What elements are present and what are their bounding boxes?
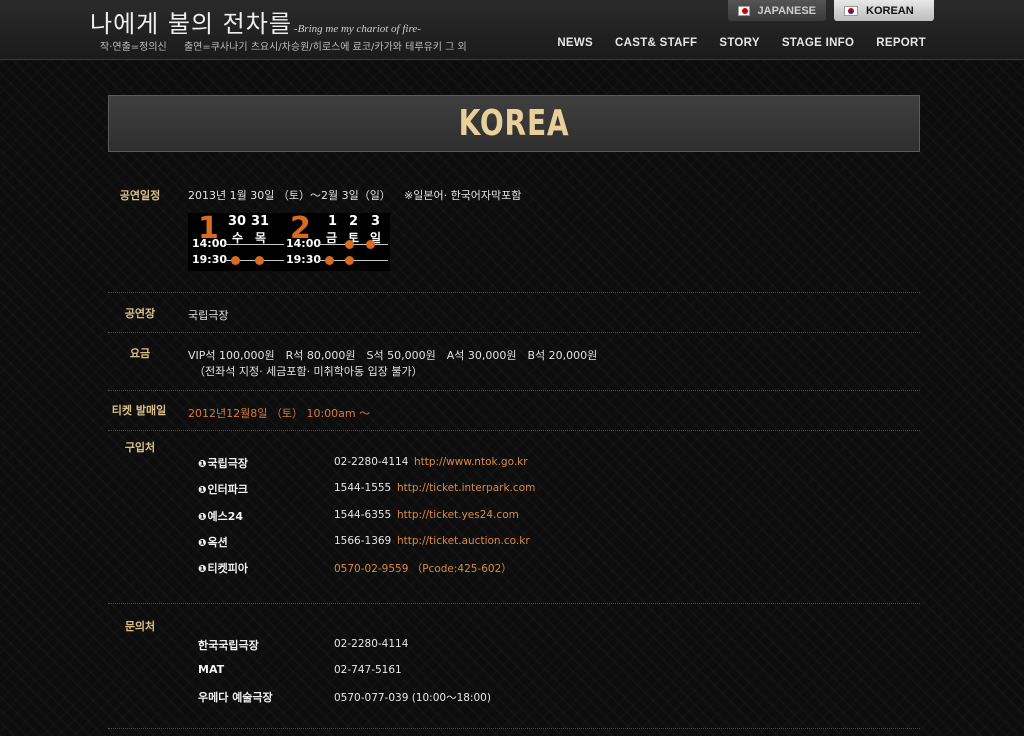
contact-name: MAT xyxy=(198,663,225,676)
main-content: KOREA 공연일정 2013년 1월 30일 （토）～2월 3일（일） ※일본… xyxy=(108,95,920,729)
ticket-date: 2012년12월8일 （토） 10:00am ～ xyxy=(188,407,371,420)
purchase-label: 구입처 xyxy=(124,441,156,454)
contact-row: 문의처 한국국립극장 02-2280-4114 MAT 02-747-5161 … xyxy=(108,604,920,729)
language-switch: JAPANESE KOREAN xyxy=(728,0,934,21)
calendar-time-evening: 19:30 xyxy=(192,253,228,266)
korean-button[interactable]: KOREAN xyxy=(834,0,934,21)
vendor-link[interactable]: http://ticket.yes24.com xyxy=(397,509,519,521)
vendor-phone: 02-2280-4114 xyxy=(334,456,409,468)
contact-phone: 02-2280-4114 xyxy=(334,638,409,650)
nav-report[interactable]: REPORT xyxy=(876,37,926,49)
region-banner: KOREA xyxy=(108,95,920,152)
site-header: 나에게 불의 전차를 -Bring me my chariot of fire- … xyxy=(0,0,1024,60)
vendor-phone: 1544-1555 xyxy=(334,482,392,494)
venue-row: 공연장 국립극장 xyxy=(108,293,920,333)
vendor-name: 인터파크 xyxy=(198,481,247,497)
schedule-row: 공연일정 2013년 1월 30일 （토）～2월 3일（일） ※일본어· 한국어… xyxy=(108,187,920,293)
contact-name: 한국국립극장 xyxy=(198,639,259,652)
performance-dot xyxy=(345,240,354,249)
japan-flag-icon xyxy=(738,5,750,16)
venue-value: 국립극장 xyxy=(188,309,229,322)
credit-director: 작·연출=정의신 xyxy=(100,42,167,53)
korean-label: KOREAN xyxy=(866,4,914,17)
price-label: 요금 xyxy=(129,347,151,360)
performance-dot xyxy=(231,256,240,265)
vendor-phone: 1544-6355 xyxy=(334,509,392,521)
performance-dot xyxy=(325,256,334,265)
performance-dot xyxy=(366,240,375,249)
vendor-name: 예스24 xyxy=(198,508,243,524)
calendar-time-matinee: 14:00 xyxy=(192,237,228,250)
calendar-date: 30 xyxy=(228,214,247,229)
calendar-date: 1 xyxy=(328,214,338,229)
contact-label: 문의처 xyxy=(124,620,156,633)
site-logo-title[interactable]: 나에게 불의 전차를 -Bring me my chariot of fire- xyxy=(90,4,421,39)
calendar-time-matinee: 14:00 xyxy=(286,237,322,250)
logo-subtitle: -Bring me my chariot of fire- xyxy=(293,23,421,35)
logo-title-text: 나에게 불의 전차를 xyxy=(90,10,292,38)
nav-story[interactable]: STORY xyxy=(719,37,759,49)
calendar-date: 3 xyxy=(371,214,381,229)
schedule-note: ※일본어· 한국어자막포함 xyxy=(404,189,522,202)
vendor-phone: 0570-02-9559 （Pcode:425-602） xyxy=(334,563,512,575)
schedule-label: 공연일정 xyxy=(119,189,161,202)
ticket-row: 티켓 발매일 2012년12월8일 （토） 10:00am ～ xyxy=(108,391,920,431)
price-row: 요금 VIP석 100,000원 R석 80,000원 S석 50,000원 A… xyxy=(108,333,920,391)
vendor-link[interactable]: http://www.ntok.go.kr xyxy=(414,456,528,468)
contact-phone: 02-747-5161 xyxy=(334,664,402,676)
region-title: KOREA xyxy=(458,103,570,144)
credit-cast: 출연=쿠사나기 츠요시/차승원/히로스에 료코/카가와 테루유키 그 외 xyxy=(183,42,467,53)
nav-cast-staff[interactable]: CAST& STAFF xyxy=(615,37,697,49)
vendor-phone: 1566-1369 xyxy=(334,535,392,547)
contact-phone: 0570-077-039 (10:00～18:00) xyxy=(334,692,491,704)
schedule-period: 2013년 1월 30일 （토）～2월 3일（일） xyxy=(188,189,391,202)
korea-flag-icon xyxy=(844,5,858,16)
contact-name: 우메다 예술극장 xyxy=(198,691,273,704)
vendor-link[interactable]: http://ticket.auction.co.kr xyxy=(397,535,530,547)
vendor-name: 티켓피아 xyxy=(198,560,247,576)
nav-stage-info[interactable]: STAGE INFO xyxy=(782,37,854,49)
performance-dot xyxy=(255,256,264,265)
venue-label: 공연장 xyxy=(124,307,156,320)
vendor-link[interactable]: http://ticket.interpark.com xyxy=(397,482,535,494)
price-note: （전좌석 지정· 세금포함· 미취학아동 입장 불가） xyxy=(194,365,423,378)
calendar-date: 31 xyxy=(251,214,270,229)
calendar-line xyxy=(224,244,284,245)
calendar-date: 2 xyxy=(349,214,359,229)
nav-news[interactable]: NEWS xyxy=(557,37,593,49)
performance-dot xyxy=(345,256,354,265)
price-line: VIP석 100,000원 R석 80,000원 S석 50,000원 A석 3… xyxy=(188,349,598,362)
calendar-time-evening: 19:30 xyxy=(286,253,322,266)
main-nav: NEWS CAST& STAFF STORY STAGE INFO REPORT xyxy=(535,37,926,49)
purchase-row: 구입처 국립극장 02-2280-4114 http://www.ntok.go… xyxy=(108,431,920,604)
japanese-button[interactable]: JAPANESE xyxy=(728,0,826,21)
japanese-label: JAPANESE xyxy=(757,4,816,17)
vendor-name: 국립극장 xyxy=(198,455,247,471)
ticket-label: 티켓 발매일 xyxy=(111,404,167,417)
schedule-calendar: 1 30 31 수 목 2 1 2 3 금 토 일 14:00 14:00 19… xyxy=(188,211,390,271)
vendor-name: 옥션 xyxy=(198,534,227,550)
credits-line: 작·연출=정의신 출연=쿠사나기 츠요시/차승원/히로스에 료코/카가와 테루유… xyxy=(100,38,481,53)
